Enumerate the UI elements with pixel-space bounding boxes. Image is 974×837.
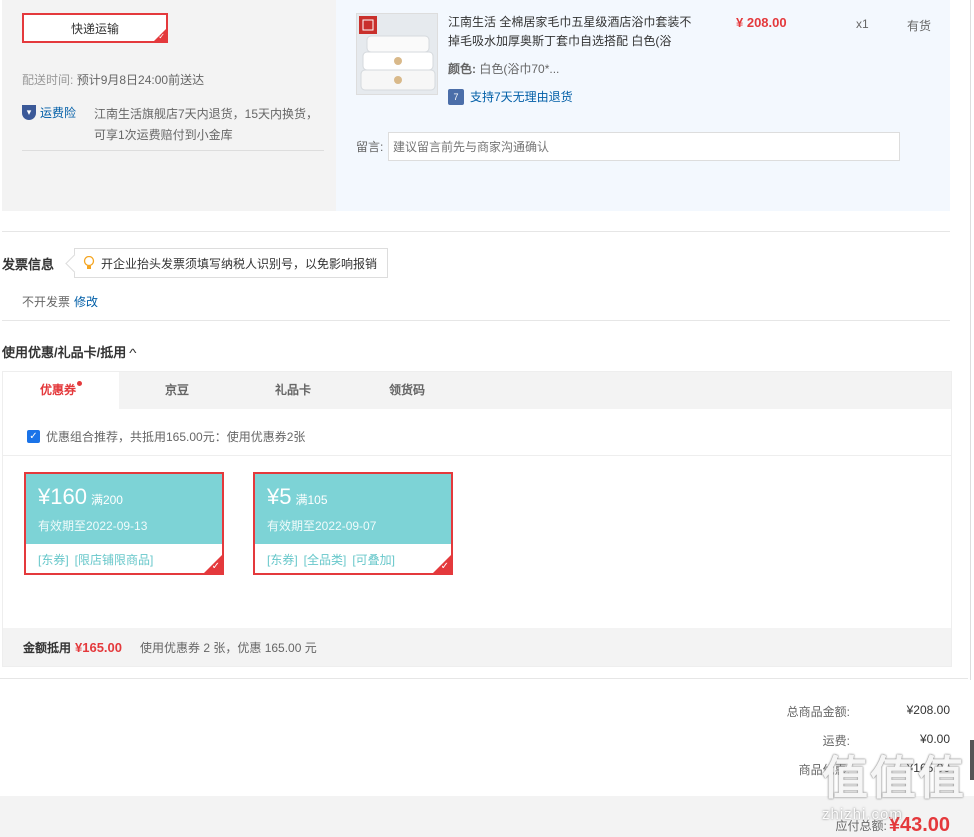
tab-label: 领货码: [388, 383, 425, 397]
coupon-panel: 优惠券 京豆 礼品卡 领货码 ✓ 优惠组合推荐，共抵用165.00元：使用优惠券…: [2, 371, 952, 667]
insurance-row: ▾ 运费险 江南生活旗舰店7天内退货，15天内换货，可享1次运费赔付到小金库: [22, 104, 322, 142]
scrollbar-thumb[interactable]: [970, 740, 974, 780]
invoice-title: 发票信息: [2, 257, 55, 272]
message-input[interactable]: [388, 132, 900, 161]
coupon-condition: 满200: [90, 493, 123, 507]
check-icon: ✓: [440, 561, 449, 572]
stock-status: 有货: [907, 19, 932, 33]
delivery-time: 配送时间: 预计9月8日24:00前送达: [22, 71, 204, 88]
coupon-card[interactable]: ¥5 满105 有效期至2022-09-07 [东券] [全品类] [可叠加] ✓: [253, 472, 453, 575]
tab-label: 优惠券: [39, 383, 76, 397]
order-item-block: 快递运输 ✓ 配送时间: 预计9月8日24:00前送达 ▾ 运费险 江南生活旗舰…: [2, 0, 950, 211]
invoice-tip: 开企业抬头发票须填写纳税人识别号，以免影响报销: [74, 248, 389, 278]
summary-freight: 运费: ¥0.00: [730, 732, 950, 749]
delivery-label: 配送时间:: [22, 73, 74, 87]
scroll-edge: [970, 0, 971, 680]
coupon-tag: [东券]: [267, 553, 298, 567]
total-label: 总商品金额:: [786, 705, 850, 719]
product-title[interactable]: 江南生活 全棉居家毛巾五星级酒店浴巾套装不掉毛吸水加厚奥斯丁套巾自选搭配 白色(…: [448, 13, 698, 51]
watermark-url: zhizhi.com: [822, 806, 903, 823]
coupon-summary: 金额抵用 ¥165.00 使用优惠券 2 张，优惠 165.00 元: [3, 628, 951, 666]
coupon-card[interactable]: ¥160 满200 有效期至2022-09-13 [东券] [限店铺限商品] ✓: [24, 472, 224, 575]
discount-title-text: 使用优惠/礼品卡/抵用: [2, 345, 127, 360]
combo-text: 优惠组合推荐，共抵用165.00元：使用优惠券2张: [46, 430, 306, 444]
coupon-value: ¥5: [267, 484, 292, 509]
deduct-label: 金额抵用: [23, 640, 72, 655]
coupon-expiry: 有效期至2022-09-07: [267, 519, 377, 533]
coupon-condition: 满105: [295, 493, 328, 507]
checkbox-checked-icon[interactable]: ✓: [27, 430, 40, 443]
shipping-panel: 快递运输 ✓ 配送时间: 预计9月8日24:00前送达 ▾ 运费险 江南生活旗舰…: [2, 0, 334, 211]
return-policy[interactable]: 7 支持7天无理由退货: [448, 88, 573, 105]
invoice-tip-text: 开企业抬头发票须填写纳税人识别号，以免影响报销: [101, 256, 378, 271]
divider: [2, 320, 950, 321]
coupon-amount: ¥5 满105: [267, 484, 439, 513]
check-icon: ✓: [158, 32, 165, 41]
lightbulb-icon: [83, 256, 95, 269]
color-value: 白色(浴巾70*...: [479, 62, 560, 76]
freight-label: 运费:: [822, 734, 850, 748]
watermark-logo: 值值值: [822, 752, 966, 804]
freight-value: ¥0.00: [919, 732, 950, 746]
insurance-text: 江南生活旗舰店7天内退货，15天内换货，可享1次运费赔付到小金库: [94, 107, 319, 142]
delivery-value: 预计9月8日24:00前送达: [76, 73, 205, 87]
notification-dot-icon: [77, 381, 82, 386]
coupon-tags: [东券] [全品类] [可叠加]: [255, 544, 451, 573]
seven-day-return-icon: 7: [448, 88, 464, 105]
watermark: 值值值 zhizhi.com: [822, 752, 968, 837]
product-price: ¥ 208.00: [736, 15, 787, 30]
shield-icon: ▾: [22, 105, 36, 120]
divider: [0, 678, 968, 679]
return-text: 支持7天无理由退货: [470, 90, 573, 104]
coupon-face: ¥5 满105 有效期至2022-09-07: [255, 474, 451, 544]
product-image[interactable]: [356, 13, 438, 95]
divider: [2, 231, 950, 232]
invoice-status: 不开发票 修改: [22, 293, 98, 310]
tab-jingdou[interactable]: 京豆: [119, 372, 235, 409]
coupon-tags: [东券] [限店铺限商品]: [26, 544, 222, 573]
combo-recommend[interactable]: ✓ 优惠组合推荐，共抵用165.00元：使用优惠券2张: [27, 428, 305, 445]
coupon-tag: [全品类]: [303, 553, 347, 567]
tab-label: 京豆: [164, 383, 189, 397]
check-icon: ✓: [211, 561, 220, 572]
towel-image-icon: [357, 14, 437, 94]
invoice-status-text: 不开发票: [22, 295, 71, 309]
coupon-value: ¥160: [38, 484, 87, 509]
coupon-tag: [可叠加]: [352, 553, 396, 567]
coupon-tag: [限店铺限商品]: [74, 553, 154, 567]
coupon-amount: ¥160 满200: [38, 484, 210, 513]
chevron-up-icon: ^: [129, 346, 137, 360]
product-color: 颜色: 白色(浴巾70*...: [448, 60, 559, 77]
divider: [22, 150, 324, 151]
coupon-expiry: 有效期至2022-09-13: [38, 519, 148, 533]
total-value: ¥208.00: [906, 703, 950, 717]
divider: [3, 455, 951, 456]
insurance-label: 运费险: [40, 106, 77, 120]
message-label: 留言:: [356, 140, 384, 154]
tab-coupon[interactable]: 优惠券: [3, 372, 119, 409]
tab-pickup-code[interactable]: 领货码: [349, 372, 465, 409]
discount-section-title[interactable]: 使用优惠/礼品卡/抵用 ^: [2, 342, 137, 361]
coupon-tabs: 优惠券 京豆 礼品卡 领货码: [3, 372, 951, 409]
tab-gift-card[interactable]: 礼品卡: [235, 372, 351, 409]
insurance-link[interactable]: ▾ 运费险: [22, 104, 76, 121]
product-quantity: x1: [856, 17, 869, 31]
shipping-method-button[interactable]: 快递运输 ✓: [22, 13, 168, 43]
invoice-edit-link[interactable]: 修改: [74, 295, 98, 309]
color-label: 颜色:: [448, 62, 476, 76]
coupon-tag: [东券]: [38, 553, 69, 567]
deduct-desc: 使用优惠券 2 张，优惠 165.00 元: [140, 640, 317, 655]
coupon-face: ¥160 满200 有效期至2022-09-13: [26, 474, 222, 544]
shipping-method-label: 快递运输: [70, 21, 119, 36]
tab-label: 礼品卡: [274, 383, 311, 397]
deduct-amount: ¥165.00: [75, 639, 123, 655]
product-panel: 江南生活 全棉居家毛巾五星级酒店浴巾套装不掉毛吸水加厚奥斯丁套巾自选搭配 白色(…: [336, 0, 950, 211]
summary-total: 总商品金额: ¥208.00: [730, 703, 950, 720]
